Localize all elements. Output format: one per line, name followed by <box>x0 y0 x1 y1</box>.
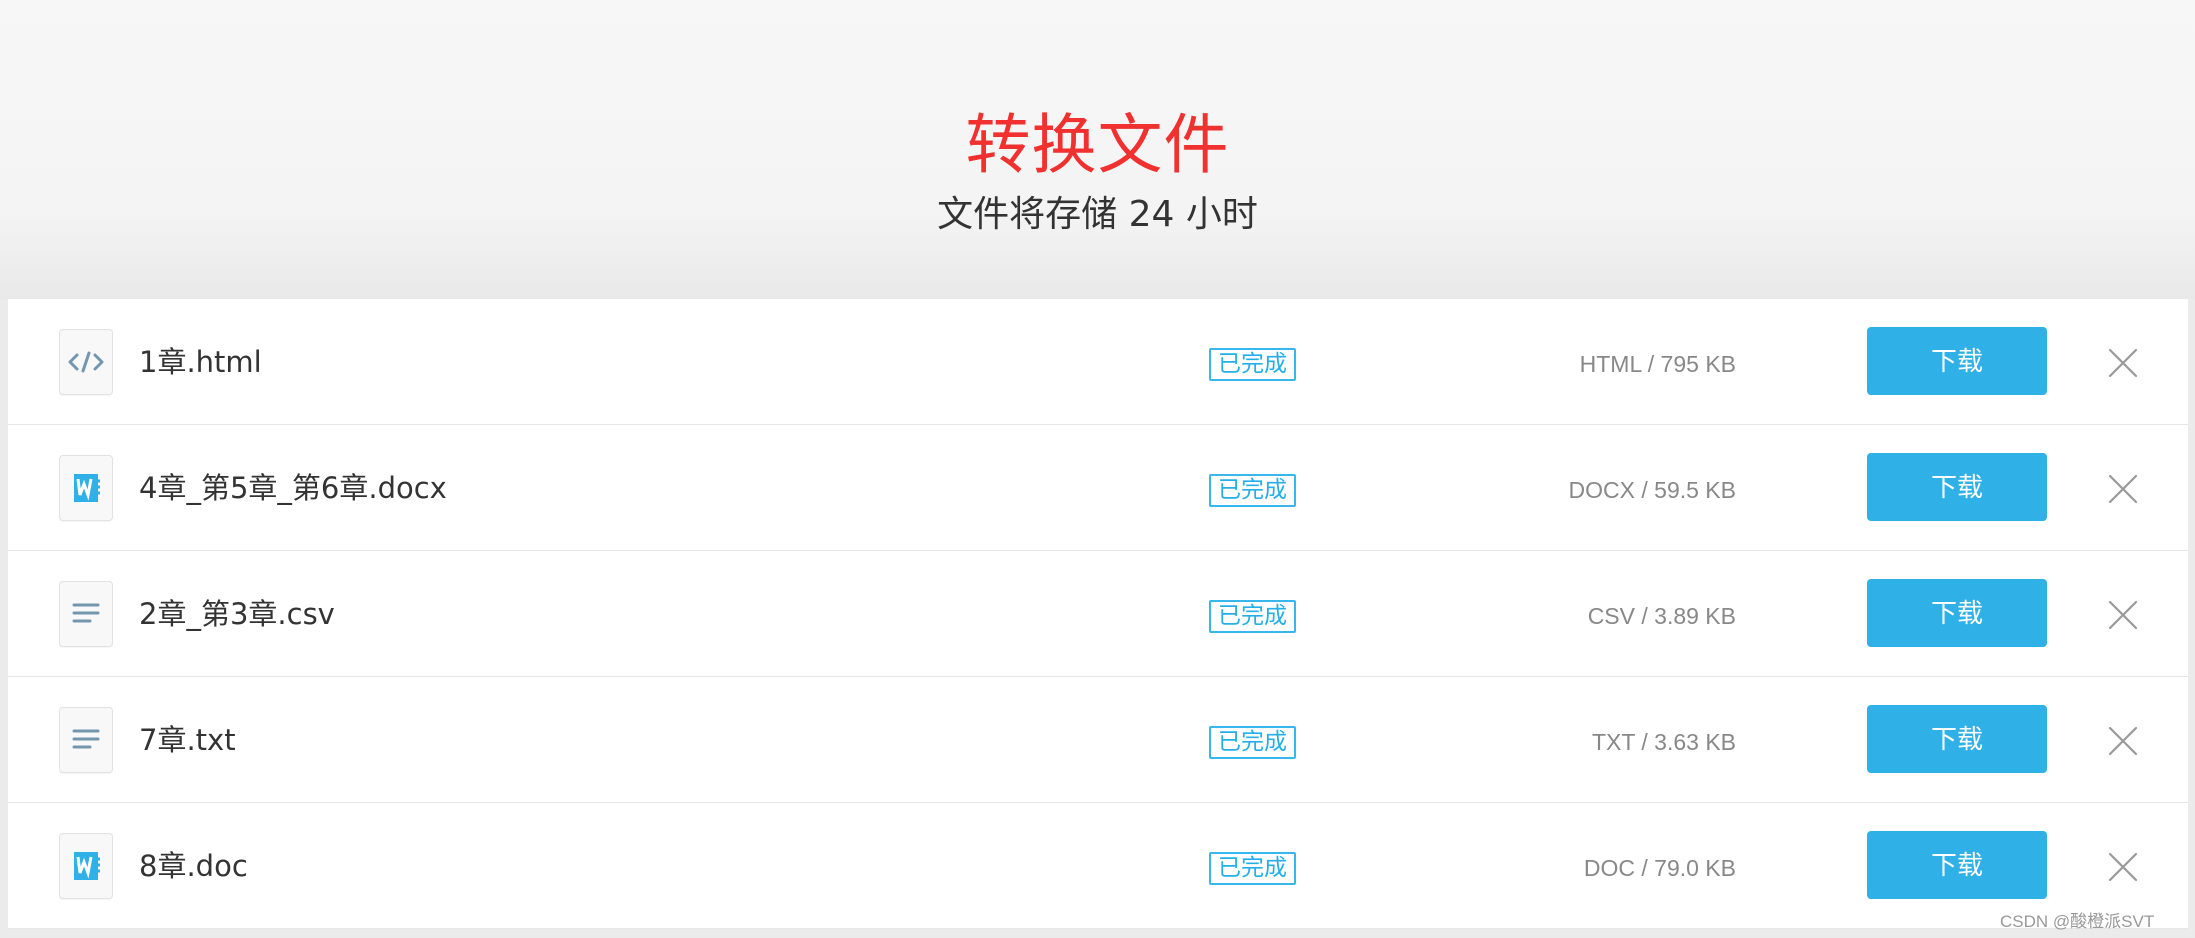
file-meta: HTML / 795 KB <box>1579 351 1736 377</box>
file-row: 4章_第5章_第6章.docx 已完成 DOCX / 59.5 KB 下载 <box>8 425 2188 551</box>
close-icon[interactable] <box>2099 843 2147 891</box>
watermark-text: CSDN @酸橙派SVT <box>2000 912 2155 931</box>
code-file-icon <box>59 329 113 395</box>
status-badge: 已完成 <box>1209 726 1296 759</box>
status-badge: 已完成 <box>1209 600 1296 633</box>
text-lines-icon <box>59 707 113 773</box>
download-button[interactable]: 下载 <box>1867 327 2047 395</box>
file-name: 8章.doc <box>139 849 248 883</box>
file-list: 1章.html 已完成 HTML / 795 KB 下载 4章_第5章_第6章.… <box>8 299 2188 929</box>
page-title: 转换文件 <box>965 108 1230 183</box>
word-file-icon <box>59 833 113 899</box>
download-button[interactable]: 下载 <box>1867 831 2047 899</box>
close-icon[interactable] <box>2099 465 2147 513</box>
file-row: 2章_第3章.csv 已完成 CSV / 3.89 KB 下载 <box>8 551 2188 677</box>
file-row: 1章.html 已完成 HTML / 795 KB 下载 <box>8 299 2188 425</box>
status-badge: 已完成 <box>1209 348 1296 381</box>
file-meta: CSV / 3.89 KB <box>1587 603 1736 629</box>
text-lines-icon <box>59 581 113 647</box>
page-subtitle: 文件将存储 24 小时 <box>937 194 1258 235</box>
file-name: 2章_第3章.csv <box>139 597 335 631</box>
download-button[interactable]: 下载 <box>1867 705 2047 773</box>
download-button[interactable]: 下载 <box>1867 579 2047 647</box>
file-name: 4章_第5章_第6章.docx <box>139 471 447 505</box>
file-name: 7章.txt <box>139 723 236 757</box>
file-row: 7章.txt 已完成 TXT / 3.63 KB 下载 <box>8 677 2188 803</box>
download-button[interactable]: 下载 <box>1867 453 2047 521</box>
status-badge: 已完成 <box>1209 852 1296 885</box>
status-badge: 已完成 <box>1209 474 1296 507</box>
file-meta: DOC / 79.0 KB <box>1583 855 1736 881</box>
close-icon[interactable] <box>2099 591 2147 639</box>
file-row: 8章.doc 已完成 DOC / 79.0 KB 下载 <box>8 803 2188 929</box>
file-meta: DOCX / 59.5 KB <box>1568 477 1736 503</box>
close-icon[interactable] <box>2099 717 2147 765</box>
page-header: 转换文件 文件将存储 24 小时 <box>0 0 2195 300</box>
close-icon[interactable] <box>2099 339 2147 387</box>
word-file-icon <box>59 455 113 521</box>
file-name: 1章.html <box>139 345 262 379</box>
file-meta: TXT / 3.63 KB <box>1591 729 1736 755</box>
